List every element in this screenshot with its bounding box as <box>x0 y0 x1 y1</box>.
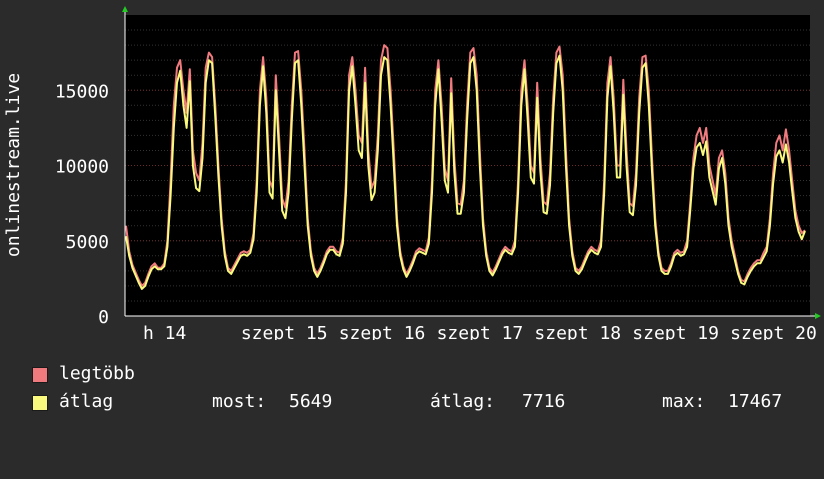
y-axis-label: onlinestream.live <box>3 73 24 257</box>
y-tick-label: 15000 <box>55 81 109 102</box>
legend-label-atlag: átlag <box>59 391 114 412</box>
x-tick-label: szept 16 <box>339 323 426 340</box>
legend-label-legtobb: legtöbb <box>59 363 135 384</box>
x-axis-arrow <box>815 313 821 319</box>
legend-swatch-legtobb <box>32 367 48 383</box>
traffic-chart: 0 5000 10000 15000 h 14 szept 15 szept 16 szep… <box>3 6 821 340</box>
stat-max-value: 17467 <box>728 391 783 412</box>
chart-panel: 0 5000 10000 15000 h 14 szept 15 szept 16 szep… <box>0 0 824 430</box>
y-tick-label: 5000 <box>66 232 109 253</box>
stat-max-label: max: <box>662 391 706 412</box>
stat-atlag-label: átlag: <box>430 391 496 412</box>
stat-atlag-value: 7716 <box>522 391 566 412</box>
x-tick-label: szept 18 <box>534 323 621 340</box>
legend-swatch-atlag <box>32 395 48 411</box>
x-tick-label: szept 15 <box>241 323 328 340</box>
legend-item-atlag: átlag <box>32 391 113 413</box>
y-axis-arrow <box>122 6 128 12</box>
x-tick-label: szept 19 <box>632 323 719 340</box>
legend-item-legtobb: legtöbb <box>32 363 135 385</box>
y-tick-label: 0 <box>98 307 109 328</box>
x-tick-label: szept 20 <box>730 323 817 340</box>
stat-most-label: most: <box>212 391 267 412</box>
stat-most-value: 5649 <box>289 391 333 412</box>
x-tick-label: szept 17 <box>437 323 524 340</box>
y-tick-label: 10000 <box>55 157 109 178</box>
x-tick-label: h 14 <box>143 323 186 340</box>
